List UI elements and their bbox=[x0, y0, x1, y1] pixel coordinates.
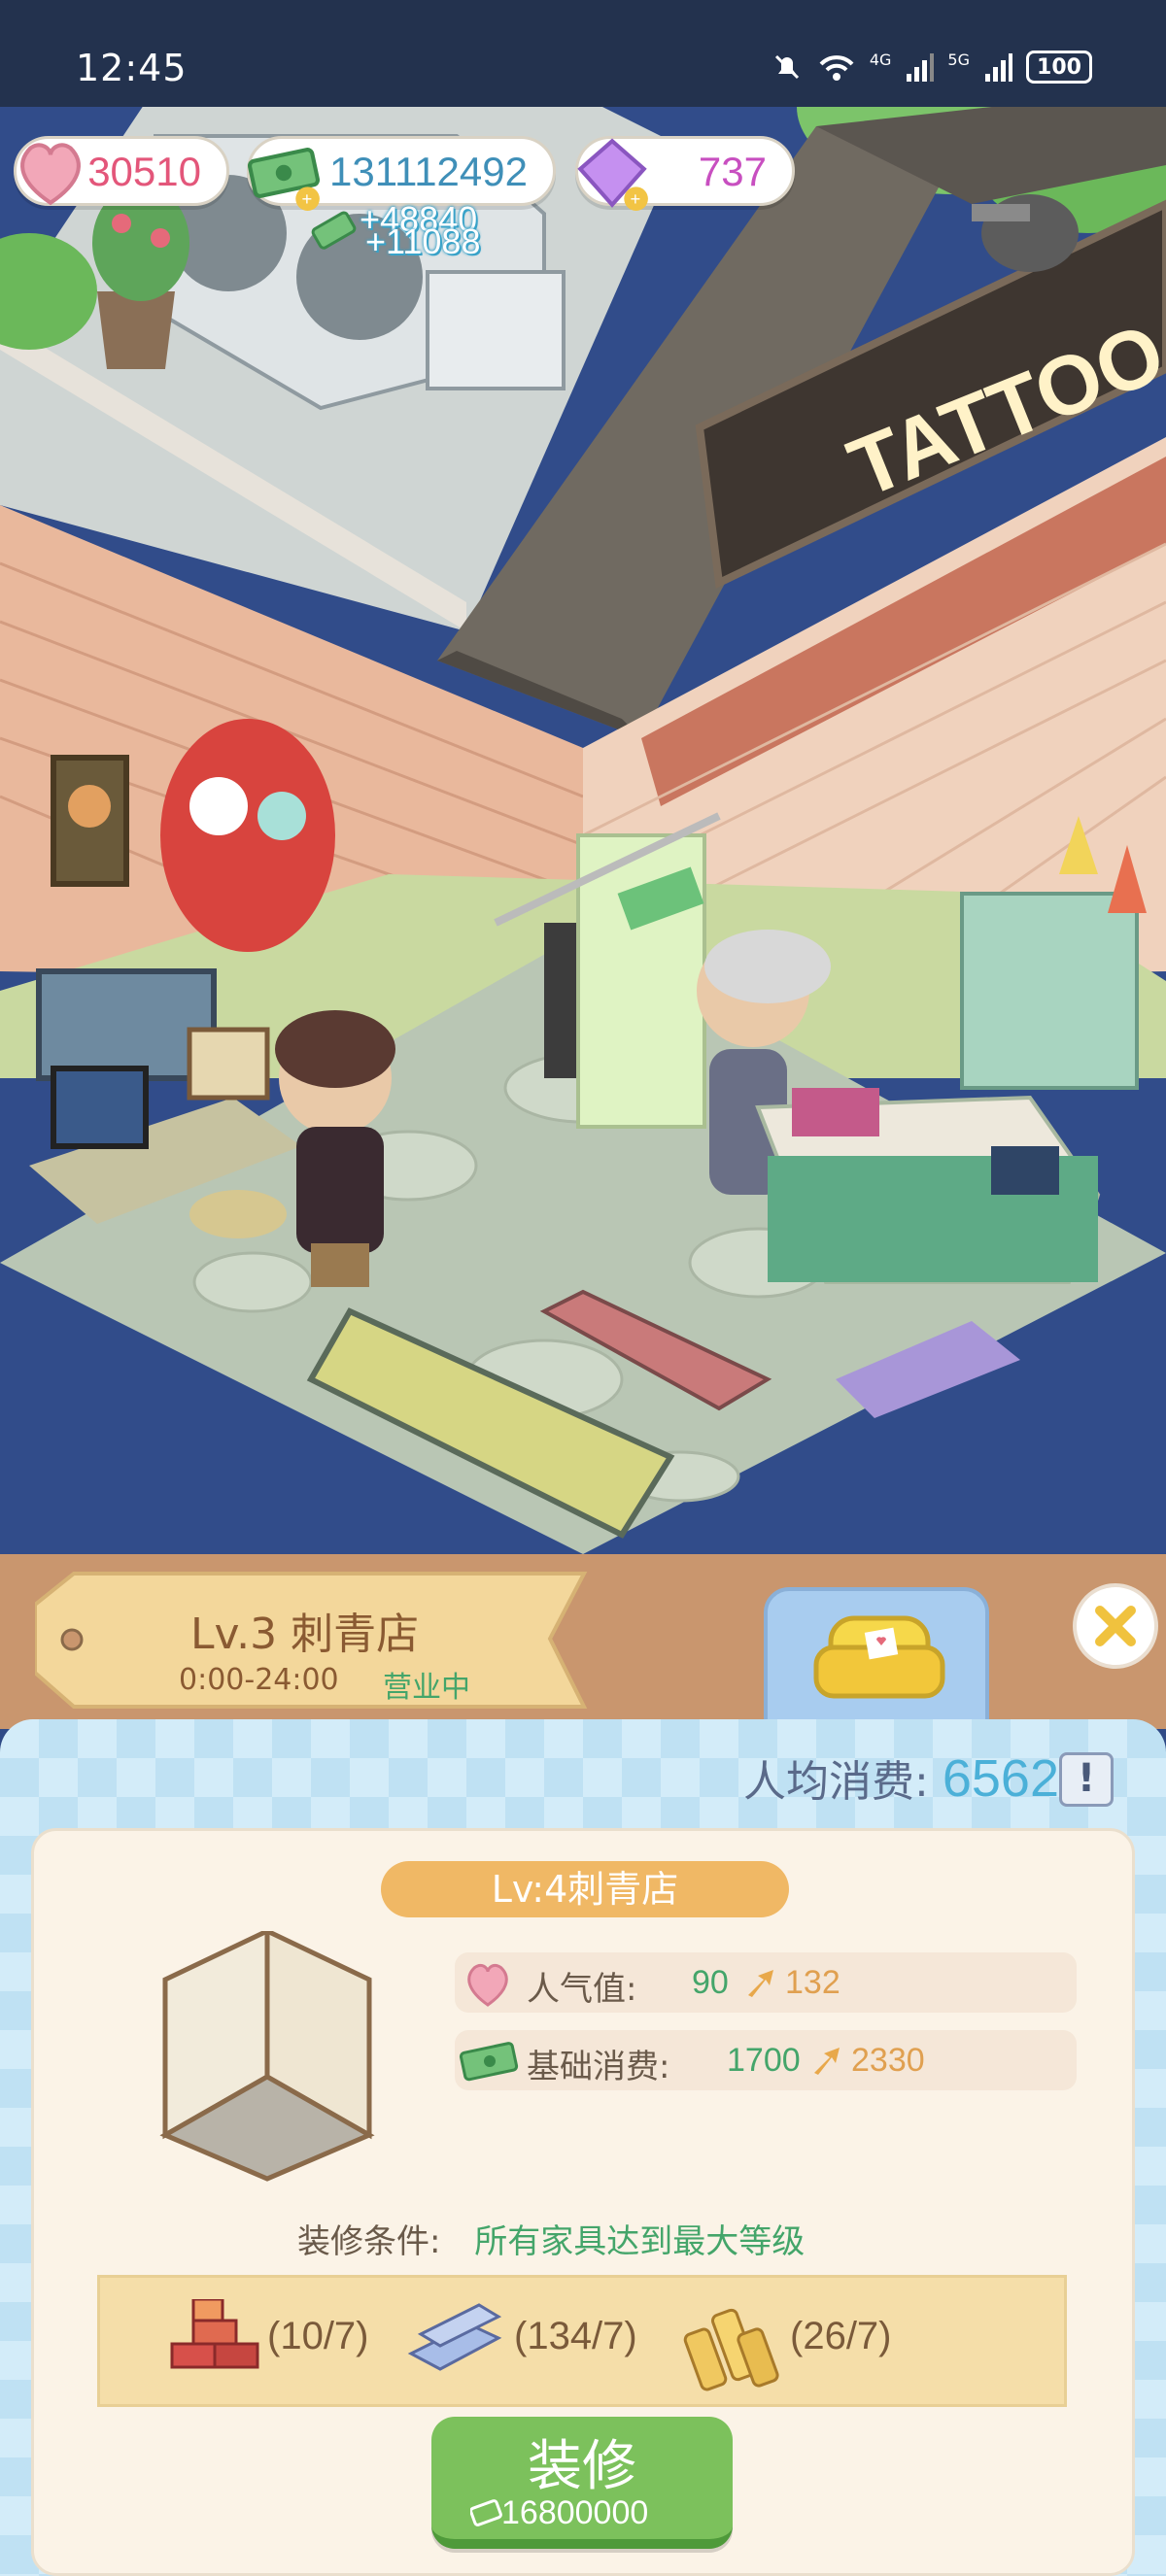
info-button[interactable]: ! bbox=[1059, 1752, 1114, 1807]
condition-value: 所有家具达到最大等级 bbox=[474, 2222, 806, 2261]
wifi-icon bbox=[819, 55, 854, 81]
next-level-title: Lv:4刺青店 bbox=[381, 1861, 789, 1917]
condition-label: 装修条件: bbox=[297, 2222, 441, 2261]
popularity-current: 90 bbox=[692, 1964, 729, 2001]
wood-count: (26/7) bbox=[790, 2315, 892, 2357]
heart-shell-icon bbox=[20, 143, 81, 206]
lamp-icon bbox=[972, 194, 1079, 272]
room-preview-icon bbox=[159, 1931, 375, 2182]
base-spend-next: 2330 bbox=[851, 2042, 925, 2079]
heart-shell-icon bbox=[467, 1964, 508, 2007]
status-bar: 12:45 4G 5G 100 bbox=[0, 0, 1166, 107]
cash-gain-icon bbox=[311, 211, 357, 250]
renovate-cost: 16800000 bbox=[501, 2494, 649, 2531]
cash-gain-popup-2: +11088 bbox=[365, 221, 481, 261]
furniture-tab[interactable] bbox=[764, 1587, 989, 1733]
renovate-button-label: 装修 bbox=[528, 2435, 636, 2498]
base-spend-label: 基础消费: bbox=[527, 2048, 670, 2086]
gems-counter[interactable]: + 737 bbox=[575, 136, 795, 211]
shop-name-tag: Lv.3 刺青店 0:00-24:00 营业中 bbox=[35, 1566, 589, 1712]
opening-hours: 0:00-24:00 bbox=[179, 1663, 339, 1697]
signal-icon bbox=[907, 53, 935, 82]
signal-icon-2 bbox=[985, 53, 1012, 82]
average-spend-value: 6562 bbox=[942, 1749, 1059, 1808]
battery-icon: 100 bbox=[1026, 51, 1092, 84]
game-scene[interactable]: TATTOO bbox=[0, 0, 1166, 1564]
hearts-counter[interactable]: 30510 bbox=[14, 136, 229, 206]
base-spend-row: 基础消费: 1700 2330 bbox=[455, 2030, 1077, 2090]
network-label-2: 5G bbox=[947, 51, 970, 69]
armchair-icon bbox=[813, 1615, 945, 1699]
counter bbox=[755, 1088, 1101, 1284]
cash-counter[interactable]: + 131112492 bbox=[247, 136, 556, 211]
open-status: 营业中 bbox=[383, 1671, 470, 1705]
arrow-up-icon bbox=[814, 2048, 840, 2075]
bricks-count: (10/7) bbox=[267, 2315, 369, 2357]
cash-icon: + bbox=[247, 148, 321, 211]
gem-icon: + bbox=[577, 138, 648, 211]
computer-icon bbox=[51, 1066, 149, 1149]
clock: 12:45 bbox=[76, 47, 188, 89]
base-spend-current: 1700 bbox=[727, 2042, 801, 2079]
upgrade-condition: 装修条件: 所有家具达到最大等级 bbox=[297, 2215, 805, 2262]
arrow-up-icon bbox=[748, 1970, 773, 1997]
popularity-row: 人气值: 90 132 bbox=[455, 1952, 1077, 2013]
steel-icon bbox=[407, 2303, 502, 2371]
close-icon bbox=[1095, 1606, 1136, 1646]
shop-illustration: TATTOO bbox=[0, 19, 1166, 1554]
materials-strip: (10/7) (134/7) (26/7) bbox=[97, 2275, 1067, 2407]
cash-icon bbox=[470, 2499, 502, 2526]
wood-icon bbox=[683, 2308, 779, 2391]
steel-count: (134/7) bbox=[514, 2315, 637, 2357]
bricks-icon bbox=[170, 2299, 259, 2369]
network-label-1: 4G bbox=[869, 51, 892, 69]
popularity-next: 132 bbox=[785, 1964, 840, 2001]
mute-bell-icon bbox=[774, 54, 799, 80]
cash-icon bbox=[459, 2042, 519, 2082]
average-spend: 人均消费: 6562 bbox=[743, 1746, 1059, 1809]
shop-level-title: Lv.3 刺青店 bbox=[190, 1610, 420, 1659]
renovate-button[interactable]: 装修 16800000 bbox=[431, 2417, 733, 2549]
lion-mask-icon bbox=[160, 719, 335, 952]
average-spend-label: 人均消费: bbox=[743, 1757, 929, 1807]
svg-text:+: + bbox=[630, 188, 640, 209]
close-button[interactable] bbox=[1073, 1583, 1158, 1669]
popularity-label: 人气值: bbox=[527, 1970, 637, 2009]
